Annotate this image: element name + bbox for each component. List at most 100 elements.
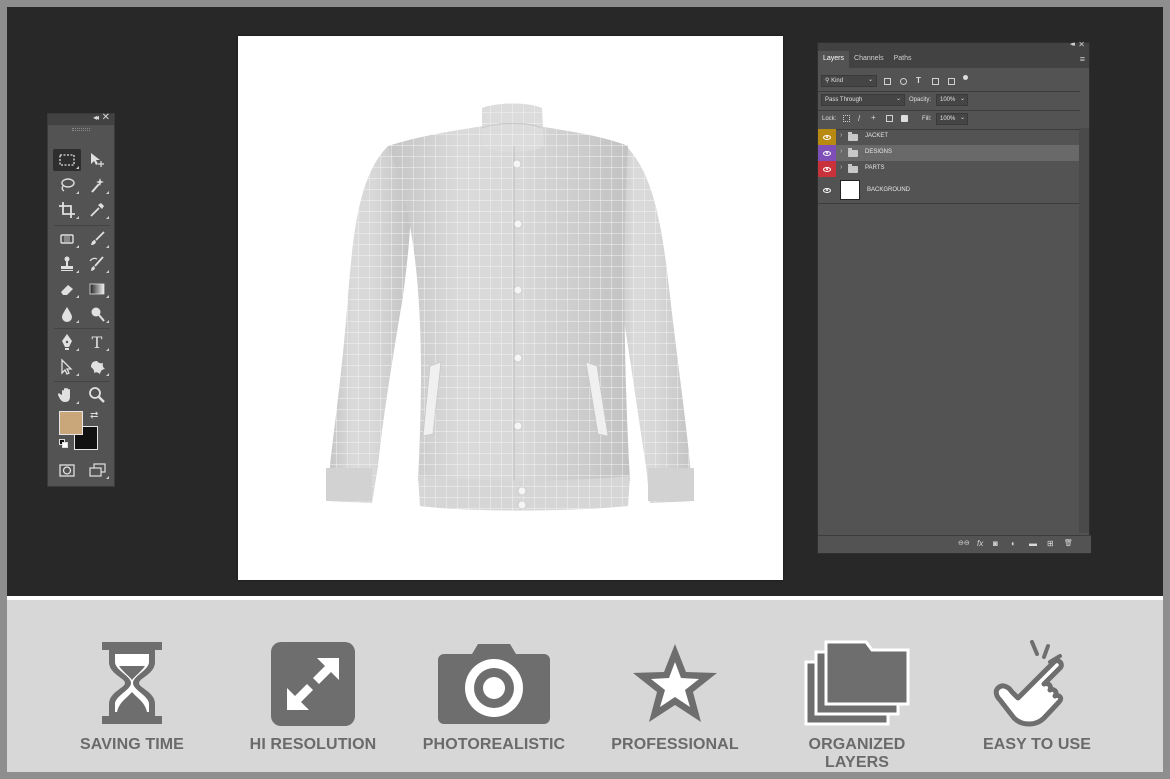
mask-icon[interactable]: ◙ [993,539,998,548]
feature-professional: PROFESSIONAL [595,640,755,753]
tab-paths[interactable]: Paths [889,51,917,68]
filter-toggle-icon[interactable] [963,75,968,80]
eraser-icon[interactable] [53,278,81,300]
healing-brush-icon[interactable] [53,228,81,250]
folder-icon [848,132,858,141]
filter-type-icon[interactable]: T [916,76,921,85]
visibility-toggle[interactable] [818,129,836,145]
feature-easy-to-use: EASY TO USE [957,640,1117,753]
panel-tabs: Layers Channels Paths ≡ [818,51,1089,68]
layer-row-parts[interactable]: › PARTS [818,161,1080,177]
quick-mask-icon[interactable] [53,459,81,481]
visibility-toggle[interactable] [818,145,836,161]
magic-wand-icon[interactable] [83,174,111,196]
opacity-label: Opacity: [909,97,932,103]
screen-mode-icon[interactable] [83,459,111,481]
lock-transparent-icon[interactable] [843,115,850,122]
history-brush-icon[interactable] [83,253,111,275]
filter-kind-select[interactable]: ⚲ Kind ⌄ [821,75,877,87]
chevron-down-icon: ⌄ [959,96,965,102]
blend-mode-select[interactable]: Pass Through ⌄ [821,94,905,106]
collapse-icon[interactable]: ◂◂ [93,113,99,122]
gradient-icon[interactable] [83,278,111,300]
close-icon[interactable]: ✕ [102,112,110,123]
visibility-toggle[interactable] [818,177,836,203]
close-icon[interactable]: ✕ [1078,40,1085,49]
feature-organized-layers: ORGANIZED LAYERS [777,640,937,771]
lock-all-icon[interactable] [901,115,908,122]
layers-footer: ⊖⊖ fx ◙ ◐ ▬ ⊞ 🗑 [818,535,1091,553]
link-icon[interactable]: ⊖⊖ [958,539,970,547]
layers-scrollbar[interactable] [1079,128,1089,533]
toolbox-panel: ◂◂ ✕ T ⇄ [47,112,115,487]
lock-artboard-icon[interactable] [886,115,893,122]
filter-adjustment-icon[interactable] [900,78,907,85]
foreground-color-swatch[interactable] [59,411,83,435]
layer-name: PARTS [865,165,885,171]
visibility-toggle[interactable] [818,161,836,177]
path-selection-icon[interactable] [53,356,81,378]
move-icon[interactable] [83,149,111,171]
swap-colors-icon[interactable]: ⇄ [90,410,98,421]
custom-shape-icon[interactable] [83,356,111,378]
jacket-mockup-image [326,103,694,511]
rect-marquee-icon[interactable] [53,149,81,171]
expand-arrows-icon [271,642,355,726]
collapse-icon[interactable]: ◂◂ [1070,40,1075,48]
document-canvas[interactable] [238,36,783,580]
feature-saving-time: SAVING TIME [52,640,212,753]
fill-input[interactable]: 100% ⌄ [936,113,968,125]
blur-icon[interactable] [53,303,81,325]
crop-icon[interactable] [53,199,81,221]
opacity-input[interactable]: 100% ⌄ [936,94,968,106]
layer-name: JACKET [865,133,889,139]
expand-arrow-icon[interactable]: › [840,132,842,139]
expand-arrow-icon[interactable]: › [840,148,842,155]
layers-panel-header[interactable]: ◂◂ ✕ [818,40,1089,51]
filter-pixel-icon[interactable] [884,78,891,85]
toolbox-grip[interactable] [48,125,114,134]
pen-icon[interactable] [53,331,81,353]
hand-icon[interactable] [53,384,81,406]
layer-row-background[interactable]: BACKGROUND [818,177,1080,203]
stacked-folders-icon [804,640,910,726]
feature-label: ORGANIZED LAYERS [808,736,906,771]
lock-paint-icon[interactable]: / [858,114,860,123]
group-icon[interactable]: ▬ [1029,539,1037,548]
layer-row-designs[interactable]: › DESIGNS [818,145,1080,161]
feature-label: PROFESSIONAL [611,736,739,753]
lock-position-icon[interactable]: + [871,113,876,122]
clone-stamp-icon[interactable] [53,253,81,275]
expand-arrow-icon[interactable]: › [840,164,842,171]
camera-icon [438,644,550,724]
feature-label: SAVING TIME [80,736,184,753]
type-icon[interactable]: T [83,331,111,353]
zoom-icon[interactable] [83,384,111,406]
layer-name: DESIGNS [865,149,893,155]
filter-smart-object-icon[interactable] [948,78,955,85]
tab-channels[interactable]: Channels [849,51,889,68]
brush-icon[interactable] [83,228,111,250]
feature-label: HI RESOLUTION [249,736,377,753]
folder-icon [848,148,858,157]
fx-icon[interactable]: fx [977,539,983,548]
filter-shape-icon[interactable] [932,78,939,85]
layers-panel: ◂◂ ✕ Layers Channels Paths ≡ ⚲ Kind ⌄ T … [817,40,1091,554]
layer-row-jacket[interactable]: › JACKET [818,129,1080,145]
lock-row: Lock: / + Fill: 100% ⌄ [818,112,1091,128]
tab-layers[interactable]: Layers [818,51,850,68]
eyedropper-icon[interactable] [83,199,111,221]
lock-label: Lock: [822,116,837,122]
adjustment-icon[interactable]: ◐ [1011,539,1016,548]
feature-label: PHOTOREALISTIC [422,736,566,753]
new-layer-icon[interactable]: ⊞ [1047,539,1054,548]
feature-label: EASY TO USE [982,736,1092,753]
toolbox-header[interactable]: ◂◂ ✕ [48,112,114,125]
dodge-icon[interactable] [83,303,111,325]
lasso-icon[interactable] [53,174,81,196]
default-colors-icon[interactable] [59,439,68,448]
eye-icon [823,166,831,172]
trash-icon[interactable]: 🗑 [1064,539,1073,547]
panel-menu-icon[interactable]: ≡ [1080,54,1085,64]
fill-label: Fill: [922,116,932,122]
